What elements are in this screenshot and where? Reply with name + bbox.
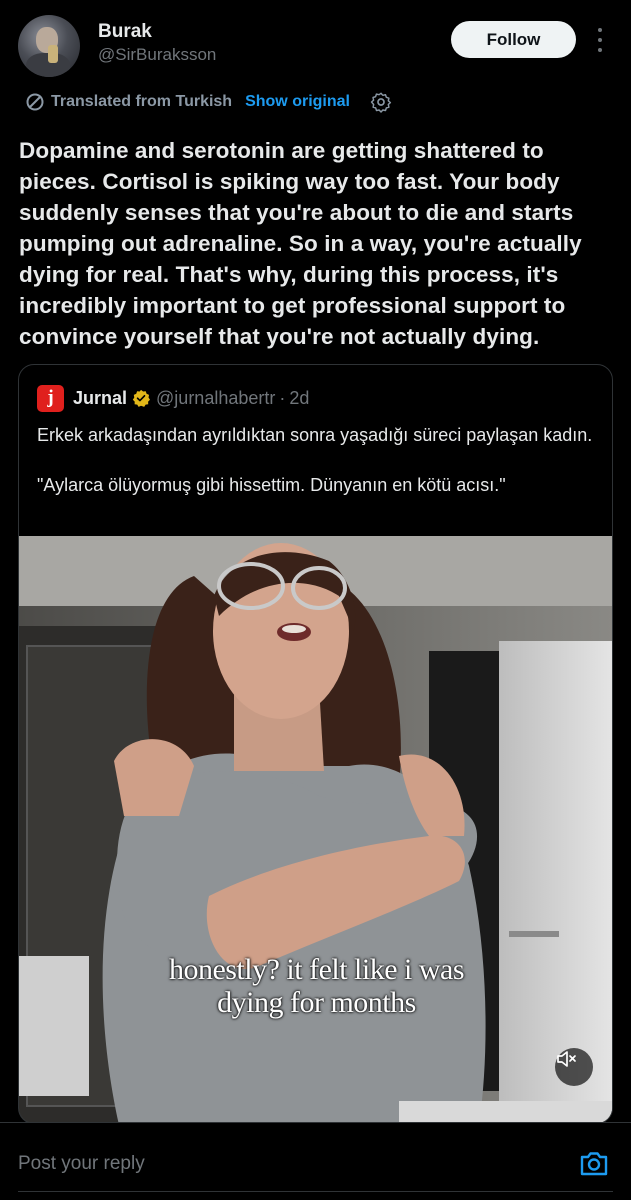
reply-input[interactable]: Post your reply: [18, 1153, 145, 1175]
follow-button[interactable]: Follow: [451, 21, 576, 58]
translation-bar: Translated from Turkish Show original: [25, 89, 392, 115]
separator-dot: ·: [279, 387, 286, 408]
quoted-post-text: Erkek arkadaşından ayrıldıktan sonra yaş…: [37, 423, 602, 523]
avatar-cup: [48, 45, 58, 63]
more-vertical-icon[interactable]: [590, 28, 610, 52]
post-text: Dopamine and serotonin are getting shatt…: [19, 138, 582, 349]
translated-label: Translated from Turkish: [51, 93, 233, 110]
speaker-muted-icon: [557, 1051, 576, 1067]
quoted-post[interactable]: j Jurnal @jurnalhabertr · 2d Erkek arkad…: [18, 364, 613, 1124]
reply-divider: [18, 1191, 613, 1192]
quoted-post-header: j Jurnal @jurnalhabertr · 2d: [37, 384, 309, 412]
quoted-author-handle[interactable]: @jurnalhabertr: [156, 388, 275, 409]
video-caption: honestly? it felt like i was dying for m…: [19, 953, 612, 1019]
caption-line: honestly? it felt like i was: [168, 953, 465, 986]
caption-line: dying for months: [217, 986, 416, 1019]
reply-bar: Post your reply: [0, 1122, 631, 1200]
quoted-avatar[interactable]: j: [37, 384, 64, 412]
verified-gold-badge-icon: [132, 389, 151, 407]
quoted-author-name[interactable]: Jurnal: [73, 388, 127, 409]
show-original-link[interactable]: Show original: [245, 93, 350, 111]
video-frame: [19, 536, 612, 1123]
user-avatar[interactable]: [18, 15, 80, 77]
quoted-timestamp[interactable]: 2d: [289, 388, 309, 409]
quoted-text-line: "Aylarca ölüyormuş gibi hissettim. Dünya…: [37, 475, 506, 495]
translate-icon: [26, 93, 44, 111]
video-player[interactable]: honestly? it felt like i was dying for m…: [19, 536, 612, 1123]
mute-button[interactable]: [555, 1048, 593, 1086]
author-name[interactable]: Burak: [98, 21, 152, 43]
camera-icon[interactable]: [578, 1147, 610, 1179]
post-header: Burak @SirBuraksson Follow: [0, 0, 631, 86]
author-handle[interactable]: @SirBuraksson: [98, 45, 216, 65]
gear-icon[interactable]: [370, 91, 392, 113]
quoted-text-line: Erkek arkadaşından ayrıldıktan sonra yaş…: [37, 425, 593, 445]
